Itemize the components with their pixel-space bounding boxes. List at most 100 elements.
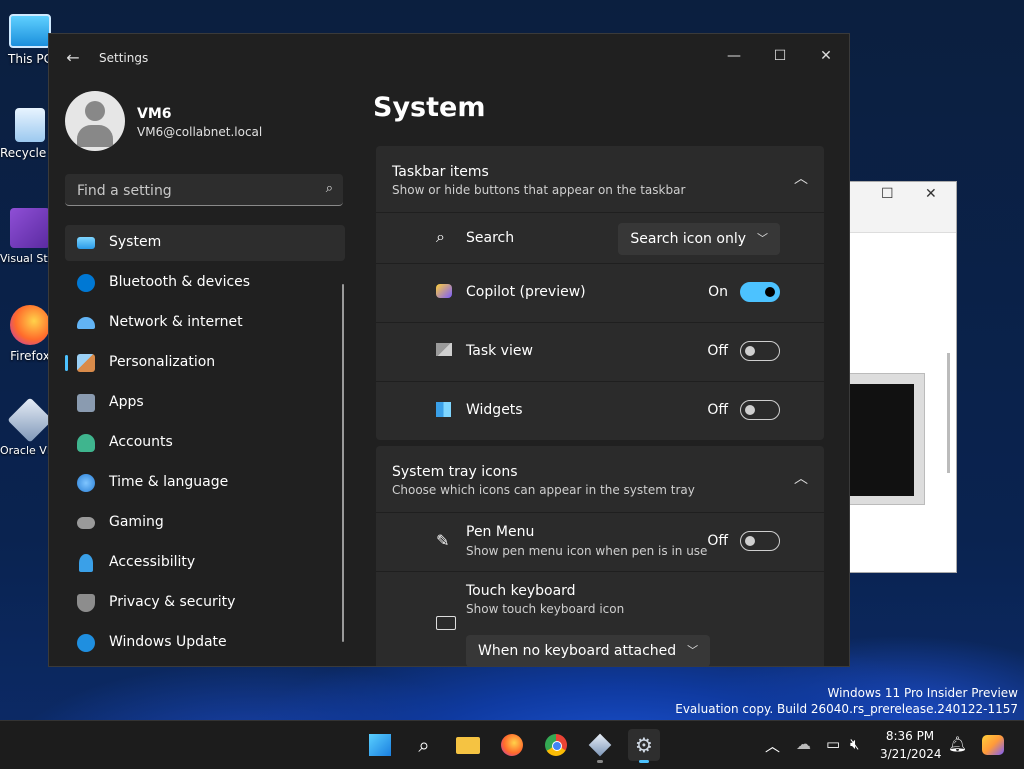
background-window-titlebar[interactable]: ☐ ✕	[849, 182, 956, 210]
window-title: Settings	[99, 51, 149, 65]
chrome-icon[interactable]	[540, 729, 572, 761]
search-icon: ⌕	[436, 227, 445, 246]
taskbar: ⌕ ⚙ ︿ ☁ ▭ 🔇︎ 8:36 PM 3/21/2024 🔔︎	[0, 720, 1024, 769]
sidebar-item-label: Time & language	[109, 474, 229, 490]
maximize-icon[interactable]: ☐	[765, 42, 795, 70]
virtualbox-taskbar-icon[interactable]	[584, 729, 616, 763]
sidebar-item-label: Windows Update	[109, 634, 227, 650]
background-window-preview	[849, 373, 925, 505]
copilot-row: Copilot (preview) On	[376, 263, 824, 322]
sidebar-item-personalization[interactable]: Personalization	[65, 345, 345, 381]
sidebar-item-time-language[interactable]: Time & language	[65, 465, 345, 501]
firefox-icon	[10, 305, 50, 345]
touch-keyboard-row: Touch keyboard Show touch keyboard icon …	[376, 571, 824, 666]
copilot-icon	[436, 284, 452, 298]
system-icon	[77, 237, 95, 249]
task-view-icon	[436, 343, 452, 356]
row-label: Widgets	[466, 402, 523, 418]
sidebar-item-privacy[interactable]: Privacy & security	[65, 585, 345, 621]
sidebar-item-network[interactable]: Network & internet	[65, 305, 345, 341]
close-icon[interactable]: ✕	[925, 186, 937, 202]
pen-icon: ✎	[436, 531, 450, 550]
notification-bell-icon[interactable]: 🔔︎	[948, 735, 967, 753]
sidebar-item-bluetooth[interactable]: Bluetooth & devices	[65, 265, 345, 301]
keyboard-icon	[436, 616, 456, 630]
task-view-row: Task view Off	[376, 322, 824, 381]
row-subtitle: Show touch keyboard icon	[466, 602, 625, 616]
watermark-line2: Evaluation copy. Build 26040.rs_prerelea…	[675, 702, 1018, 716]
accounts-icon	[77, 434, 95, 452]
start-icon[interactable]	[364, 729, 396, 761]
settings-window: ← Settings — ☐ ✕ VM6 VM6@collabnet.local…	[48, 33, 850, 667]
touch-keyboard-dropdown[interactable]: When no keyboard attached ﹀	[466, 635, 711, 666]
shield-icon	[77, 594, 95, 612]
chevron-up-icon[interactable]: ︿	[794, 168, 808, 188]
chevron-up-icon[interactable]: ︿	[794, 468, 808, 488]
scrollbar[interactable]	[947, 353, 950, 473]
sidebar-item-accessibility[interactable]: Accessibility	[65, 545, 345, 581]
find-setting-search[interactable]: ⌕	[65, 174, 343, 206]
sidebar-item-label: Accounts	[109, 434, 173, 450]
system-tray-header[interactable]: System tray icons Choose which icons can…	[376, 446, 824, 512]
sidebar-item-label: Apps	[109, 394, 144, 410]
sidebar-item-system[interactable]: System	[65, 225, 345, 261]
volume-muted-icon[interactable]: 🔇︎	[850, 735, 859, 753]
pen-menu-toggle[interactable]	[740, 531, 780, 551]
task-view-toggle[interactable]	[740, 341, 780, 361]
update-icon	[77, 634, 95, 652]
toggle-state: Off	[707, 343, 728, 359]
minimize-icon[interactable]: —	[719, 42, 749, 70]
copilot-taskbar-icon[interactable]	[978, 729, 1010, 761]
background-window-body	[849, 232, 956, 572]
sidebar-item-label: Privacy & security	[109, 594, 236, 610]
apps-icon	[77, 394, 95, 412]
background-window[interactable]: ☐ ✕	[848, 181, 957, 573]
sidebar-item-windows-update[interactable]: Windows Update	[65, 625, 345, 661]
search-row: ⌕ Search Search icon only ﹀	[376, 212, 824, 263]
row-label: Pen Menu	[466, 524, 535, 540]
sidebar-item-apps[interactable]: Apps	[65, 385, 345, 421]
search-mode-dropdown[interactable]: Search icon only ﹀	[618, 223, 780, 255]
maximize-icon[interactable]: ☐	[881, 186, 894, 202]
clock[interactable]: 8:36 PM 3/21/2024	[880, 727, 942, 763]
sidebar-item-accounts[interactable]: Accounts	[65, 425, 345, 461]
page-title: System	[373, 92, 486, 123]
copilot-toggle[interactable]	[740, 282, 780, 302]
bluetooth-icon	[77, 274, 95, 292]
settings-content: Taskbar items Show or hide buttons that …	[376, 146, 824, 666]
chevron-up-icon[interactable]: ︿	[765, 735, 780, 756]
close-icon[interactable]: ✕	[811, 42, 841, 70]
search-icon[interactable]: ⌕	[326, 181, 333, 196]
row-label: Copilot (preview)	[466, 284, 586, 300]
gamepad-icon	[77, 517, 95, 529]
avatar[interactable]	[65, 91, 125, 151]
monitor-icon	[9, 14, 51, 48]
search-input[interactable]	[75, 180, 309, 202]
display-icon[interactable]: ▭	[826, 735, 840, 753]
firefox-taskbar-icon[interactable]	[496, 729, 528, 761]
sidebar-item-label: Gaming	[109, 514, 164, 530]
back-arrow-icon[interactable]: ←	[63, 48, 83, 68]
chevron-down-icon: ﹀	[757, 232, 768, 245]
settings-titlebar[interactable]: ← Settings — ☐ ✕	[49, 34, 849, 82]
widgets-toggle[interactable]	[740, 400, 780, 420]
taskbar-items-header[interactable]: Taskbar items Show or hide buttons that …	[376, 146, 824, 212]
sidebar-item-label: Bluetooth & devices	[109, 274, 251, 290]
toggle-state: Off	[707, 402, 728, 418]
row-subtitle: Show pen menu icon when pen is in use	[466, 544, 708, 558]
clock-date: 3/21/2024	[880, 747, 942, 761]
network-disconnected-icon[interactable]: ☁	[796, 735, 811, 753]
settings-taskbar-icon[interactable]: ⚙	[628, 729, 660, 763]
sidebar-item-gaming[interactable]: Gaming	[65, 505, 345, 541]
taskbar-search-icon[interactable]: ⌕	[408, 729, 440, 761]
sidebar-scrollbar[interactable]	[342, 284, 344, 642]
selection-indicator	[65, 355, 68, 371]
sidebar-item-label: Accessibility	[109, 554, 196, 570]
row-label: Touch keyboard	[466, 583, 576, 599]
group-subtitle: Show or hide buttons that appear on the …	[392, 183, 686, 197]
sidebar-item-label: Personalization	[109, 354, 216, 370]
group-title: Taskbar items	[392, 164, 489, 180]
globe-clock-icon	[77, 474, 95, 492]
file-explorer-icon[interactable]	[452, 729, 484, 761]
toggle-state: On	[708, 284, 728, 300]
